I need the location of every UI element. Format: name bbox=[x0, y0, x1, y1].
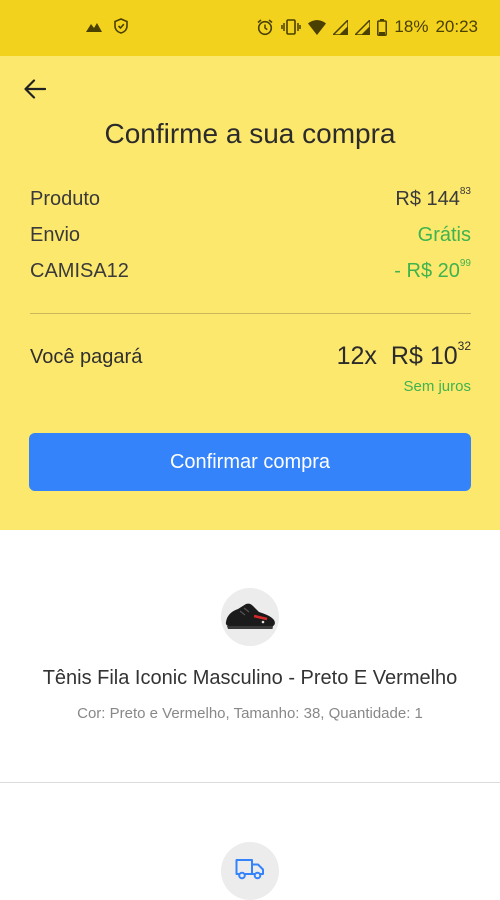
summary-amount: Grátis bbox=[417, 224, 471, 246]
summary-row-coupon: CAMISA12 - R$ 2099 bbox=[30, 258, 471, 283]
total-label: Você pagará bbox=[30, 346, 143, 368]
installments: 12x bbox=[336, 342, 377, 370]
product-details: Cor: Preto e Vermelho, Tamanho: 38, Quan… bbox=[77, 705, 423, 722]
section-divider bbox=[0, 782, 500, 783]
alarm-icon bbox=[256, 18, 274, 36]
shield-icon bbox=[114, 18, 128, 34]
status-left-icons bbox=[86, 18, 128, 34]
confirm-purchase-button[interactable]: Confirmar compra bbox=[29, 433, 471, 491]
vibrate-icon bbox=[281, 19, 302, 35]
summary-label: Envio bbox=[30, 224, 81, 246]
status-right-icons: 18% 20:23 bbox=[256, 17, 478, 37]
summary-row-product: Produto R$ 14483 bbox=[30, 186, 471, 211]
summary-row-shipping: Envio Grátis bbox=[30, 224, 471, 247]
battery-icon bbox=[377, 18, 388, 36]
summary-amount: - R$ 2099 bbox=[394, 258, 471, 282]
arrow-left-icon bbox=[24, 78, 47, 104]
clock-time: 20:23 bbox=[435, 17, 478, 36]
sneaker-icon bbox=[223, 595, 277, 640]
summary-amount: R$ 14483 bbox=[395, 186, 471, 210]
battery-percentage: 18% bbox=[394, 17, 429, 36]
confirmation-panel: Confirme a sua compra Produto R$ 14483 E… bbox=[0, 56, 500, 530]
summary-label: CAMISA12 bbox=[30, 260, 129, 282]
signal-icon bbox=[333, 19, 349, 35]
shipping-icon-circle bbox=[221, 842, 279, 900]
back-button[interactable] bbox=[20, 76, 50, 106]
status-bar: 18% 20:23 bbox=[0, 0, 500, 56]
installment-value: R$ 1032 bbox=[390, 338, 471, 370]
truck-icon bbox=[235, 858, 265, 885]
page-title: Confirme a sua compra bbox=[104, 118, 396, 149]
product-name: Tênis Fila Iconic Masculino - Preto E Ve… bbox=[42, 667, 458, 689]
interest-note: Sem juros bbox=[403, 378, 471, 395]
wifi-icon bbox=[308, 19, 327, 35]
summary-label: Produto bbox=[30, 188, 101, 210]
product-image bbox=[221, 588, 279, 646]
total-amount: 12x R$ 1032 bbox=[336, 338, 471, 371]
mountain-icon bbox=[86, 20, 102, 32]
summary-divider bbox=[30, 313, 471, 314]
signal-icon bbox=[355, 19, 371, 35]
